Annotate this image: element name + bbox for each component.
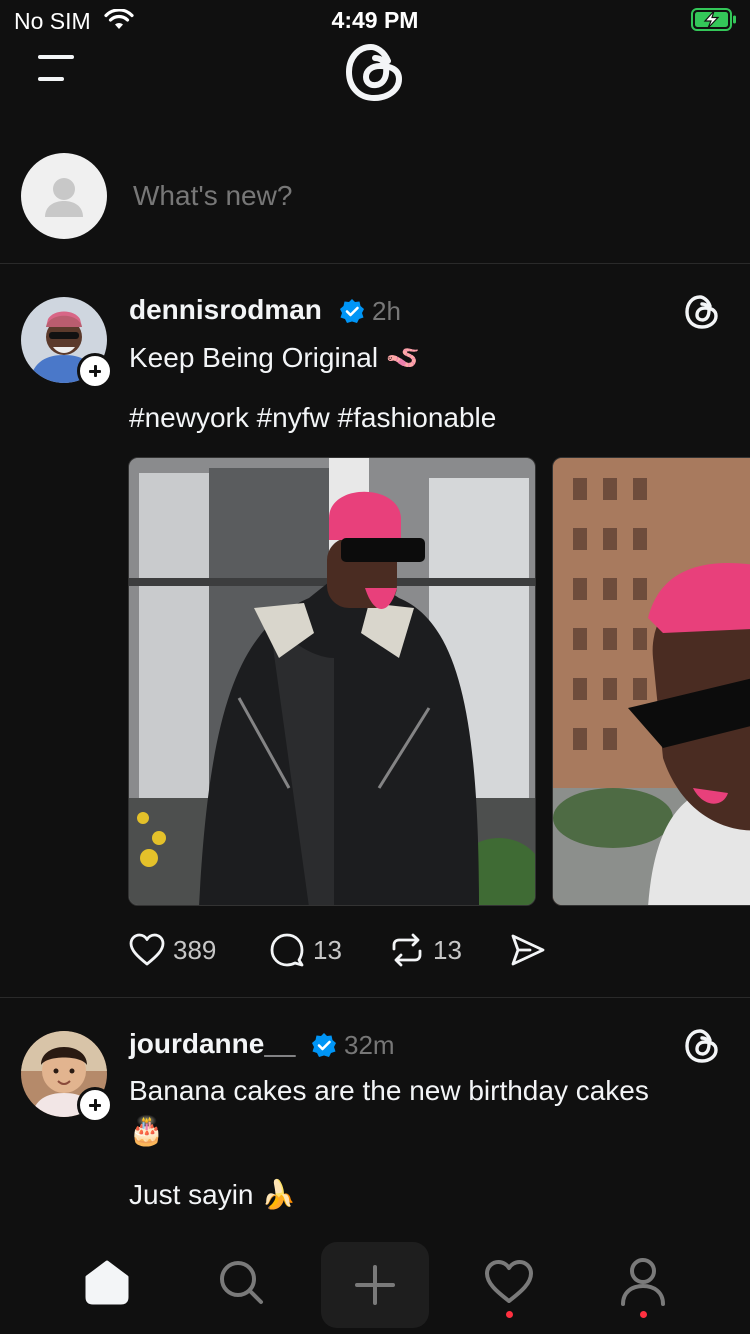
follow-button[interactable] [77,1087,113,1123]
battery-charging-icon [691,8,736,31]
composer-placeholder[interactable]: What's new? [133,180,292,212]
user-avatar-placeholder [21,153,107,239]
comment-icon [270,933,304,967]
notification-dot [506,1311,513,1318]
username[interactable]: jourdanne__ [129,1028,295,1060]
tab-home[interactable] [62,1242,152,1322]
post-text: 🎂 [129,1115,164,1146]
tab-create[interactable] [321,1242,429,1328]
notification-dot [640,1311,647,1318]
thread-post[interactable]: dennisrodman 2h Keep Being Original 🪱 #n… [0,284,750,998]
home-icon [85,1260,129,1305]
comment-button[interactable]: 13 [269,930,342,970]
post-text: Just sayin 🍌 [129,1179,297,1210]
post-text: Keep Being Original 🪱 [129,342,421,373]
post-text: Banana cakes are the new birthday cakes [129,1075,649,1106]
verified-badge-icon [340,299,364,323]
post-actions: 389 13 13 [129,930,569,970]
verified-badge-icon [312,1033,336,1057]
status-bar: No SIM 4:49 PM [0,0,750,40]
repost-button[interactable]: 13 [389,930,462,970]
bottom-tab-bar [0,1230,750,1334]
tab-search[interactable] [196,1242,286,1322]
menu-line [38,77,64,81]
post-image[interactable] [128,457,536,906]
thread-post[interactable]: jourdanne__ 32m Banana cakes are the new… [0,1018,750,1228]
new-thread-composer[interactable]: What's new? [0,150,750,264]
heart-icon [129,933,165,966]
repost-count: 13 [433,934,462,965]
username[interactable]: dennisrodman [129,294,322,326]
like-button[interactable]: 389 [129,930,216,970]
send-icon [511,934,545,966]
profile-icon [621,1258,665,1306]
post-image[interactable] [552,457,750,906]
like-count: 389 [173,934,217,965]
search-icon [220,1261,263,1304]
threads-icon[interactable] [683,1027,721,1065]
threads-icon[interactable] [683,293,721,331]
menu-line [38,55,74,59]
repost-icon [392,933,422,967]
person-icon [45,178,83,217]
post-time: 32m [344,1030,395,1060]
threads-logo-icon[interactable] [343,40,407,104]
share-button[interactable] [510,930,546,970]
menu-button[interactable] [36,52,76,84]
post-hashtags[interactable]: #newyork #nyfw #fashionable [129,402,496,434]
follow-button[interactable] [77,353,113,389]
clock: 4:49 PM [331,7,419,33]
comment-count: 13 [313,934,342,965]
tab-profile[interactable] [598,1242,688,1322]
tab-activity[interactable] [464,1242,554,1322]
create-icon [355,1265,395,1305]
post-time: 2h [372,296,401,326]
heart-icon [485,1260,533,1303]
